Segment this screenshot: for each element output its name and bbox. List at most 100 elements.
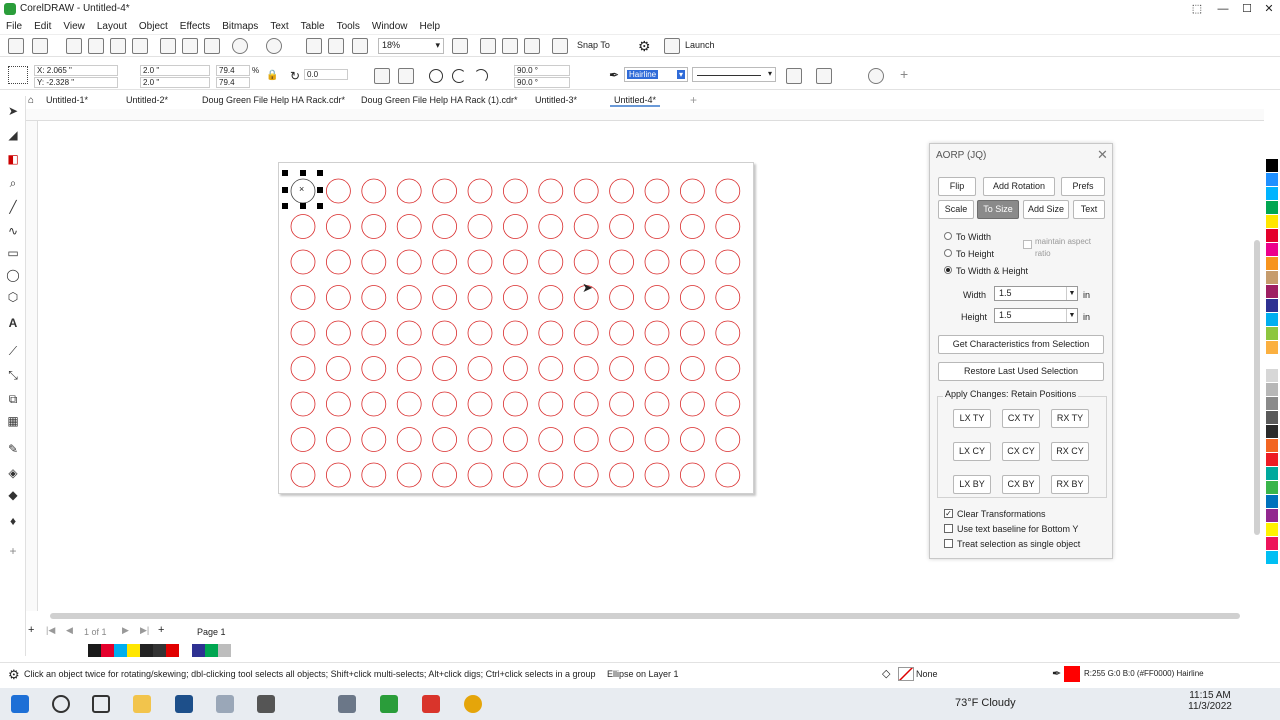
palette-swatch[interactable]: [1266, 271, 1278, 285]
arc-icon[interactable]: [474, 69, 488, 83]
ellipse-object[interactable]: [502, 249, 528, 275]
task-view-icon[interactable]: [92, 695, 110, 713]
document-swatch[interactable]: [179, 644, 192, 657]
upload-icon[interactable]: [88, 38, 104, 54]
palette-swatch[interactable]: [1266, 495, 1278, 509]
ellipse-object[interactable]: [432, 214, 458, 239]
ellipse-object[interactable]: [644, 391, 670, 417]
cx-cy-button[interactable]: CX CY: [1002, 442, 1040, 461]
restore-icon[interactable]: ⬚: [1186, 1, 1208, 17]
clear-transformations-checkbox[interactable]: ✓: [944, 509, 953, 518]
palette-swatch[interactable]: [1266, 453, 1278, 467]
ellipse-object[interactable]: [326, 427, 351, 452]
next-page-icon[interactable]: ▶: [122, 625, 129, 636]
add-icon[interactable]: +: [900, 66, 908, 82]
ellipse-object[interactable]: [609, 427, 635, 452]
text-baseline-checkbox[interactable]: [944, 524, 953, 533]
menu-text[interactable]: Text: [264, 18, 294, 35]
shape-tool-icon[interactable]: ◢: [6, 128, 20, 142]
ellipse-object[interactable]: [361, 320, 387, 346]
coreldraw-task-icon[interactable]: [380, 695, 398, 713]
palette-swatch[interactable]: [1266, 383, 1278, 397]
ellipse-object[interactable]: [396, 320, 422, 346]
blend-tool-icon[interactable]: ⧉: [6, 392, 20, 406]
ellipse-object[interactable]: [715, 462, 741, 488]
last-page-icon[interactable]: ▶|: [140, 625, 149, 636]
document-swatch[interactable]: [101, 644, 114, 657]
ellipse-object[interactable]: [679, 249, 705, 275]
ellipse-object[interactable]: [326, 249, 351, 275]
palette-swatch[interactable]: [1266, 187, 1278, 201]
height-input[interactable]: 1.5 ▼: [994, 308, 1078, 323]
palette-swatch[interactable]: [1266, 481, 1278, 495]
ellipse-object[interactable]: [644, 320, 670, 346]
artistic-media-icon[interactable]: ∿: [6, 224, 20, 238]
ellipse-object[interactable]: [538, 214, 564, 239]
palette-swatch[interactable]: [1266, 285, 1278, 299]
polygon-tool-icon[interactable]: ⬡: [6, 290, 20, 304]
vertical-scroll-thumb[interactable]: [1254, 240, 1260, 535]
rx-by-button[interactable]: RX BY: [1051, 475, 1089, 494]
interactive-fill-icon[interactable]: ◈: [6, 466, 20, 480]
menu-bitmaps[interactable]: Bitmaps: [216, 18, 264, 35]
cut-icon[interactable]: [160, 38, 176, 54]
ellipse-object[interactable]: [715, 249, 741, 275]
outline-pen-icon[interactable]: ♦: [6, 514, 20, 528]
ellipse-object[interactable]: [326, 178, 351, 204]
menu-file[interactable]: File: [0, 18, 28, 35]
ellipse-object[interactable]: [396, 249, 422, 275]
handle-br[interactable]: [317, 203, 323, 209]
menu-object[interactable]: Object: [133, 18, 174, 35]
object-height-field[interactable]: 2.0 ": [140, 77, 210, 88]
text-button[interactable]: Text: [1073, 200, 1105, 219]
menu-edit[interactable]: Edit: [28, 18, 57, 35]
ellipse-object[interactable]: [538, 356, 564, 381]
outline-style-select[interactable]: ▾: [692, 67, 776, 82]
dialog-close-icon[interactable]: ✕: [1097, 147, 1108, 163]
document-swatch[interactable]: [127, 644, 140, 657]
pie-icon[interactable]: [452, 69, 466, 83]
full-screen-icon[interactable]: [480, 38, 496, 54]
document-swatch[interactable]: [192, 644, 205, 657]
ellipse-object[interactable]: [679, 391, 705, 417]
first-page-icon[interactable]: |◀: [46, 625, 55, 636]
ellipse-object[interactable]: [679, 178, 705, 204]
cx-ty-button[interactable]: CX TY: [1002, 409, 1040, 428]
handle-bc[interactable]: [300, 203, 306, 209]
app-shield-icon[interactable]: [338, 695, 356, 713]
scale-button[interactable]: Scale: [938, 200, 974, 219]
ellipse-object[interactable]: [467, 391, 493, 417]
ellipse-object[interactable]: [538, 391, 564, 417]
ellipse-object[interactable]: [290, 427, 316, 452]
undo-icon[interactable]: [232, 38, 248, 54]
freehand-tool-icon[interactable]: ╱: [6, 200, 20, 214]
ellipse-object[interactable]: [396, 427, 422, 452]
to-size-button[interactable]: To Size: [977, 200, 1019, 219]
menu-tools[interactable]: Tools: [331, 18, 366, 35]
ellipse-object[interactable]: [644, 356, 670, 381]
ellipse-object[interactable]: [573, 356, 599, 381]
ellipse-object[interactable]: [679, 427, 705, 452]
paste-icon[interactable]: [204, 38, 220, 54]
clock[interactable]: 11:15 AM 11/3/2022: [1180, 690, 1240, 712]
ellipse-object[interactable]: [502, 391, 528, 417]
export-icon[interactable]: [328, 38, 344, 54]
gear-icon[interactable]: ⚙: [638, 38, 651, 55]
get-characteristics-button[interactable]: Get Characteristics from Selection: [938, 335, 1104, 354]
ellipse-object[interactable]: [502, 178, 528, 204]
snap-icon[interactable]: [552, 38, 568, 54]
ellipse-object[interactable]: [644, 462, 670, 488]
to-width-height-radio[interactable]: [944, 266, 952, 274]
ellipse-object[interactable]: [432, 391, 458, 417]
handle-tr[interactable]: [317, 170, 323, 176]
ellipse-object[interactable]: [609, 391, 635, 417]
search-icon[interactable]: [52, 695, 70, 713]
add-rotation-button[interactable]: Add Rotation: [983, 177, 1055, 196]
parallel-dimension-icon[interactable]: ⟋: [6, 344, 20, 358]
ellipse-icon[interactable]: [429, 69, 443, 83]
document-swatch[interactable]: [153, 644, 166, 657]
maintain-aspect-checkbox[interactable]: [1023, 240, 1032, 249]
ellipse-object[interactable]: [361, 285, 387, 310]
handle-mr[interactable]: [317, 187, 323, 193]
palette-swatch[interactable]: [1266, 411, 1278, 425]
